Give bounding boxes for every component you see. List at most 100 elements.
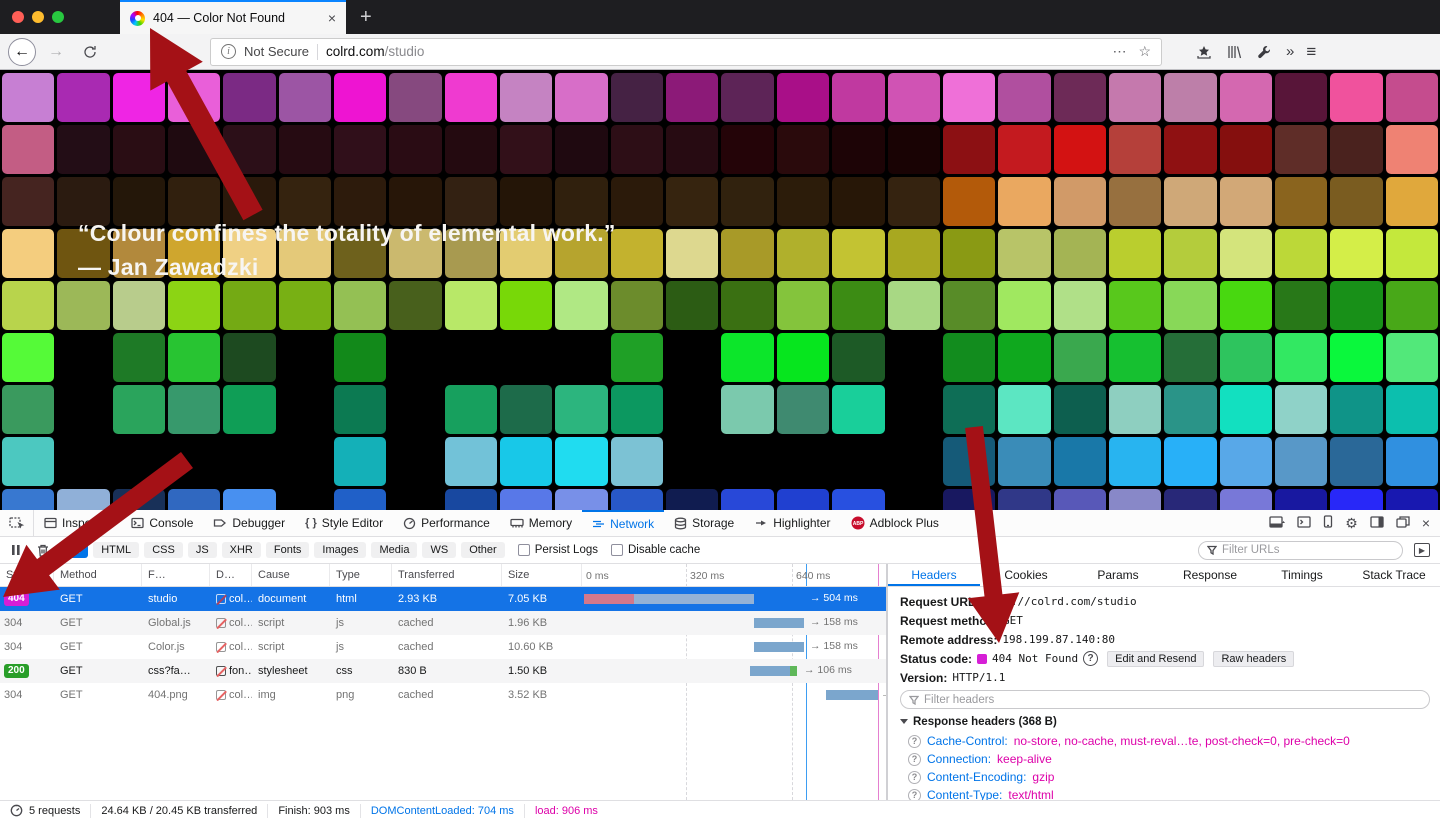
clear-requests-trash-icon[interactable] [33,544,53,557]
color-swatch[interactable] [1054,125,1106,174]
column-transferred[interactable]: Transferred [392,564,502,586]
color-swatch[interactable] [1330,333,1382,382]
color-swatch[interactable] [1109,177,1161,226]
color-swatch[interactable] [555,281,607,330]
color-swatch[interactable] [666,229,718,278]
disable-cache-checkbox[interactable]: Disable cache [611,544,700,556]
color-swatch[interactable] [223,281,275,330]
color-swatch[interactable] [832,73,884,122]
tab-stack-trace[interactable]: Stack Trace [1348,564,1440,586]
site-info-icon[interactable]: i [221,44,236,59]
dock-side-icon[interactable] [1370,516,1384,531]
color-swatch[interactable] [1386,281,1438,330]
raw-headers-button[interactable]: Raw headers [1213,651,1294,667]
tab-memory[interactable]: Memory [500,510,582,536]
responsive-mode-icon[interactable] [1323,515,1333,531]
filter-pill-css[interactable]: CSS [144,542,183,558]
color-swatch[interactable] [1109,489,1161,510]
pick-element-icon[interactable] [0,510,34,536]
color-swatch[interactable] [1386,333,1438,382]
tab-console[interactable]: Console [121,510,203,536]
color-swatch[interactable] [334,489,386,510]
color-swatch[interactable] [666,73,718,122]
tab-performance[interactable]: Performance [393,510,500,536]
back-button[interactable]: ← [8,38,36,66]
color-swatch[interactable] [1054,73,1106,122]
color-swatch[interactable] [1109,125,1161,174]
color-swatch[interactable] [168,385,220,434]
color-swatch[interactable] [943,281,995,330]
header-help-icon[interactable]: ? [908,735,921,748]
request-row-Global.js[interactable]: 304GETGlobal.jscol…scriptjscached1.96 KB… [0,611,886,635]
color-swatch[interactable] [943,229,995,278]
color-swatch[interactable] [1054,489,1106,510]
color-swatch[interactable] [888,229,940,278]
color-swatch[interactable] [168,73,220,122]
browser-tab[interactable]: 404 — Color Not Found × [120,0,346,34]
color-swatch[interactable] [445,489,497,510]
color-swatch[interactable] [2,125,54,174]
request-row-cssfa[interactable]: 200GETcss?fa…fon…stylesheetcss830 B1.50 … [0,659,886,683]
color-swatch[interactable] [721,333,773,382]
color-swatch[interactable] [721,73,773,122]
color-swatch[interactable] [1275,385,1327,434]
color-swatch[interactable] [721,229,773,278]
color-swatch[interactable] [1275,73,1327,122]
color-swatch[interactable] [334,125,386,174]
color-swatch[interactable] [1054,385,1106,434]
color-swatch[interactable] [555,437,607,486]
color-swatch[interactable] [113,281,165,330]
color-swatch[interactable] [888,177,940,226]
color-swatch[interactable] [168,281,220,330]
color-swatch[interactable] [2,333,54,382]
color-swatch[interactable] [1386,489,1438,510]
pocket-save-icon[interactable] [1196,44,1212,60]
color-swatch[interactable] [611,333,663,382]
color-swatch[interactable] [1054,229,1106,278]
color-swatch[interactable] [279,281,331,330]
color-swatch[interactable] [555,73,607,122]
color-swatch[interactable] [445,73,497,122]
color-swatch[interactable] [777,281,829,330]
color-swatch[interactable] [1330,177,1382,226]
hamburger-menu-icon[interactable]: ≡ [1306,42,1316,62]
color-swatch[interactable] [611,385,663,434]
color-swatch[interactable] [223,489,275,510]
color-swatch[interactable] [334,73,386,122]
response-header-row[interactable]: ?Content-Type:text/html [900,786,1430,800]
color-swatch[interactable] [1330,125,1382,174]
color-swatch[interactable] [223,73,275,122]
color-swatch[interactable] [998,437,1050,486]
color-swatch[interactable] [777,125,829,174]
dock-bottom-icon[interactable] [1269,516,1285,531]
color-swatch[interactable] [57,73,109,122]
url-bar[interactable]: i Not Secure colrd.com/studio ⋯ ☆ [210,38,1162,66]
color-swatch[interactable] [611,229,663,278]
color-swatch[interactable] [334,437,386,486]
color-swatch[interactable] [1330,73,1382,122]
column-type[interactable]: Type [330,564,392,586]
color-swatch[interactable] [1164,73,1216,122]
color-swatch[interactable] [832,281,884,330]
color-swatch[interactable] [832,489,884,510]
color-swatch[interactable] [998,177,1050,226]
color-swatch[interactable] [279,73,331,122]
tab-highlighter[interactable]: Highlighter [744,510,840,536]
color-swatch[interactable] [1220,229,1272,278]
color-swatch[interactable] [666,177,718,226]
devtools-settings-gear-icon[interactable]: ⚙ [1345,515,1358,532]
color-swatch[interactable] [721,177,773,226]
color-swatch[interactable] [1109,281,1161,330]
tab-cookies[interactable]: Cookies [980,564,1072,586]
color-swatch[interactable] [1220,177,1272,226]
color-swatch[interactable] [57,281,109,330]
color-swatch[interactable] [1275,177,1327,226]
color-swatch[interactable] [1386,385,1438,434]
persist-logs-checkbox[interactable]: Persist Logs [518,544,598,556]
color-swatch[interactable] [998,333,1050,382]
status-help-icon[interactable]: ? [1083,651,1098,666]
color-swatch[interactable] [666,281,718,330]
color-swatch[interactable] [334,333,386,382]
color-swatch[interactable] [777,229,829,278]
developer-wrench-icon[interactable] [1256,44,1272,60]
